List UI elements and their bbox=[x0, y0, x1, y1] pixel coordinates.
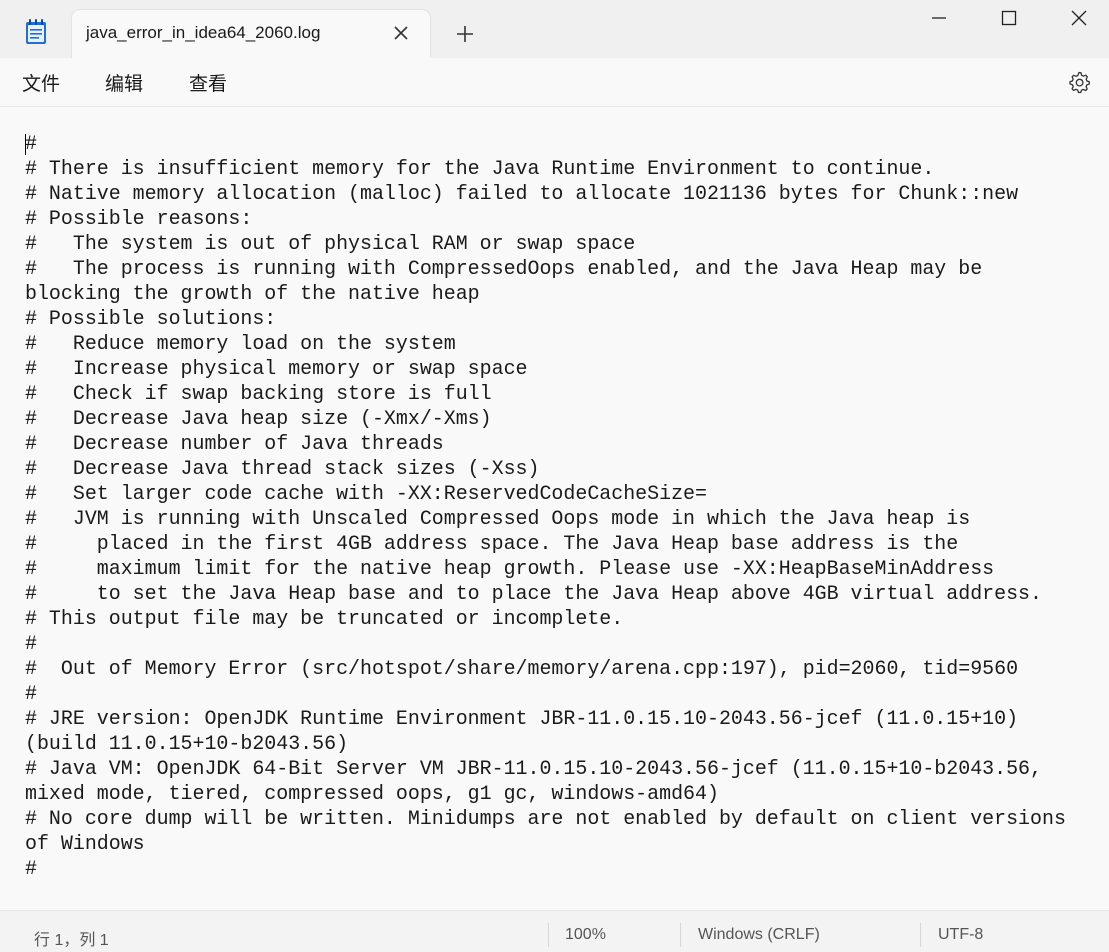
notepad-window: java_error_in_idea64_2060.log 文件 编辑 查看 #… bbox=[0, 0, 1109, 952]
zoom-level[interactable]: 100% bbox=[565, 926, 606, 944]
tab-title: java_error_in_idea64_2060.log bbox=[86, 23, 321, 42]
close-window-button[interactable] bbox=[1044, 0, 1109, 36]
notepad-icon bbox=[25, 19, 47, 45]
line-ending[interactable]: Windows (CRLF) bbox=[698, 926, 820, 944]
menu-file[interactable]: 文件 bbox=[22, 69, 60, 96]
menu-view[interactable]: 查看 bbox=[189, 69, 227, 96]
minimize-icon bbox=[932, 17, 946, 19]
status-divider bbox=[920, 923, 921, 947]
cursor-position: 行 1，列 1 bbox=[34, 932, 109, 949]
editor-content[interactable]: # # There is insufficient memory for the… bbox=[25, 131, 1066, 881]
close-tab-icon[interactable] bbox=[392, 24, 410, 42]
status-bar: 行 1，列 1 100% Windows (CRLF) UTF-8 bbox=[0, 910, 1109, 952]
menu-bar: 文件 编辑 查看 bbox=[0, 58, 1109, 107]
menu-edit[interactable]: 编辑 bbox=[105, 69, 143, 96]
encoding[interactable]: UTF-8 bbox=[938, 926, 983, 944]
status-divider bbox=[680, 923, 681, 947]
gear-icon[interactable] bbox=[1067, 70, 1091, 94]
text-caret bbox=[25, 134, 26, 155]
close-icon bbox=[1071, 10, 1087, 26]
document-tab[interactable]: java_error_in_idea64_2060.log bbox=[72, 10, 430, 59]
maximize-icon bbox=[1001, 10, 1017, 26]
title-bar[interactable]: java_error_in_idea64_2060.log bbox=[0, 0, 1109, 59]
status-divider bbox=[548, 923, 549, 947]
plus-icon[interactable] bbox=[455, 24, 475, 44]
minimize-button[interactable] bbox=[904, 0, 974, 36]
text-editor[interactable]: # # There is insufficient memory for the… bbox=[0, 107, 1109, 910]
maximize-button[interactable] bbox=[974, 0, 1044, 36]
